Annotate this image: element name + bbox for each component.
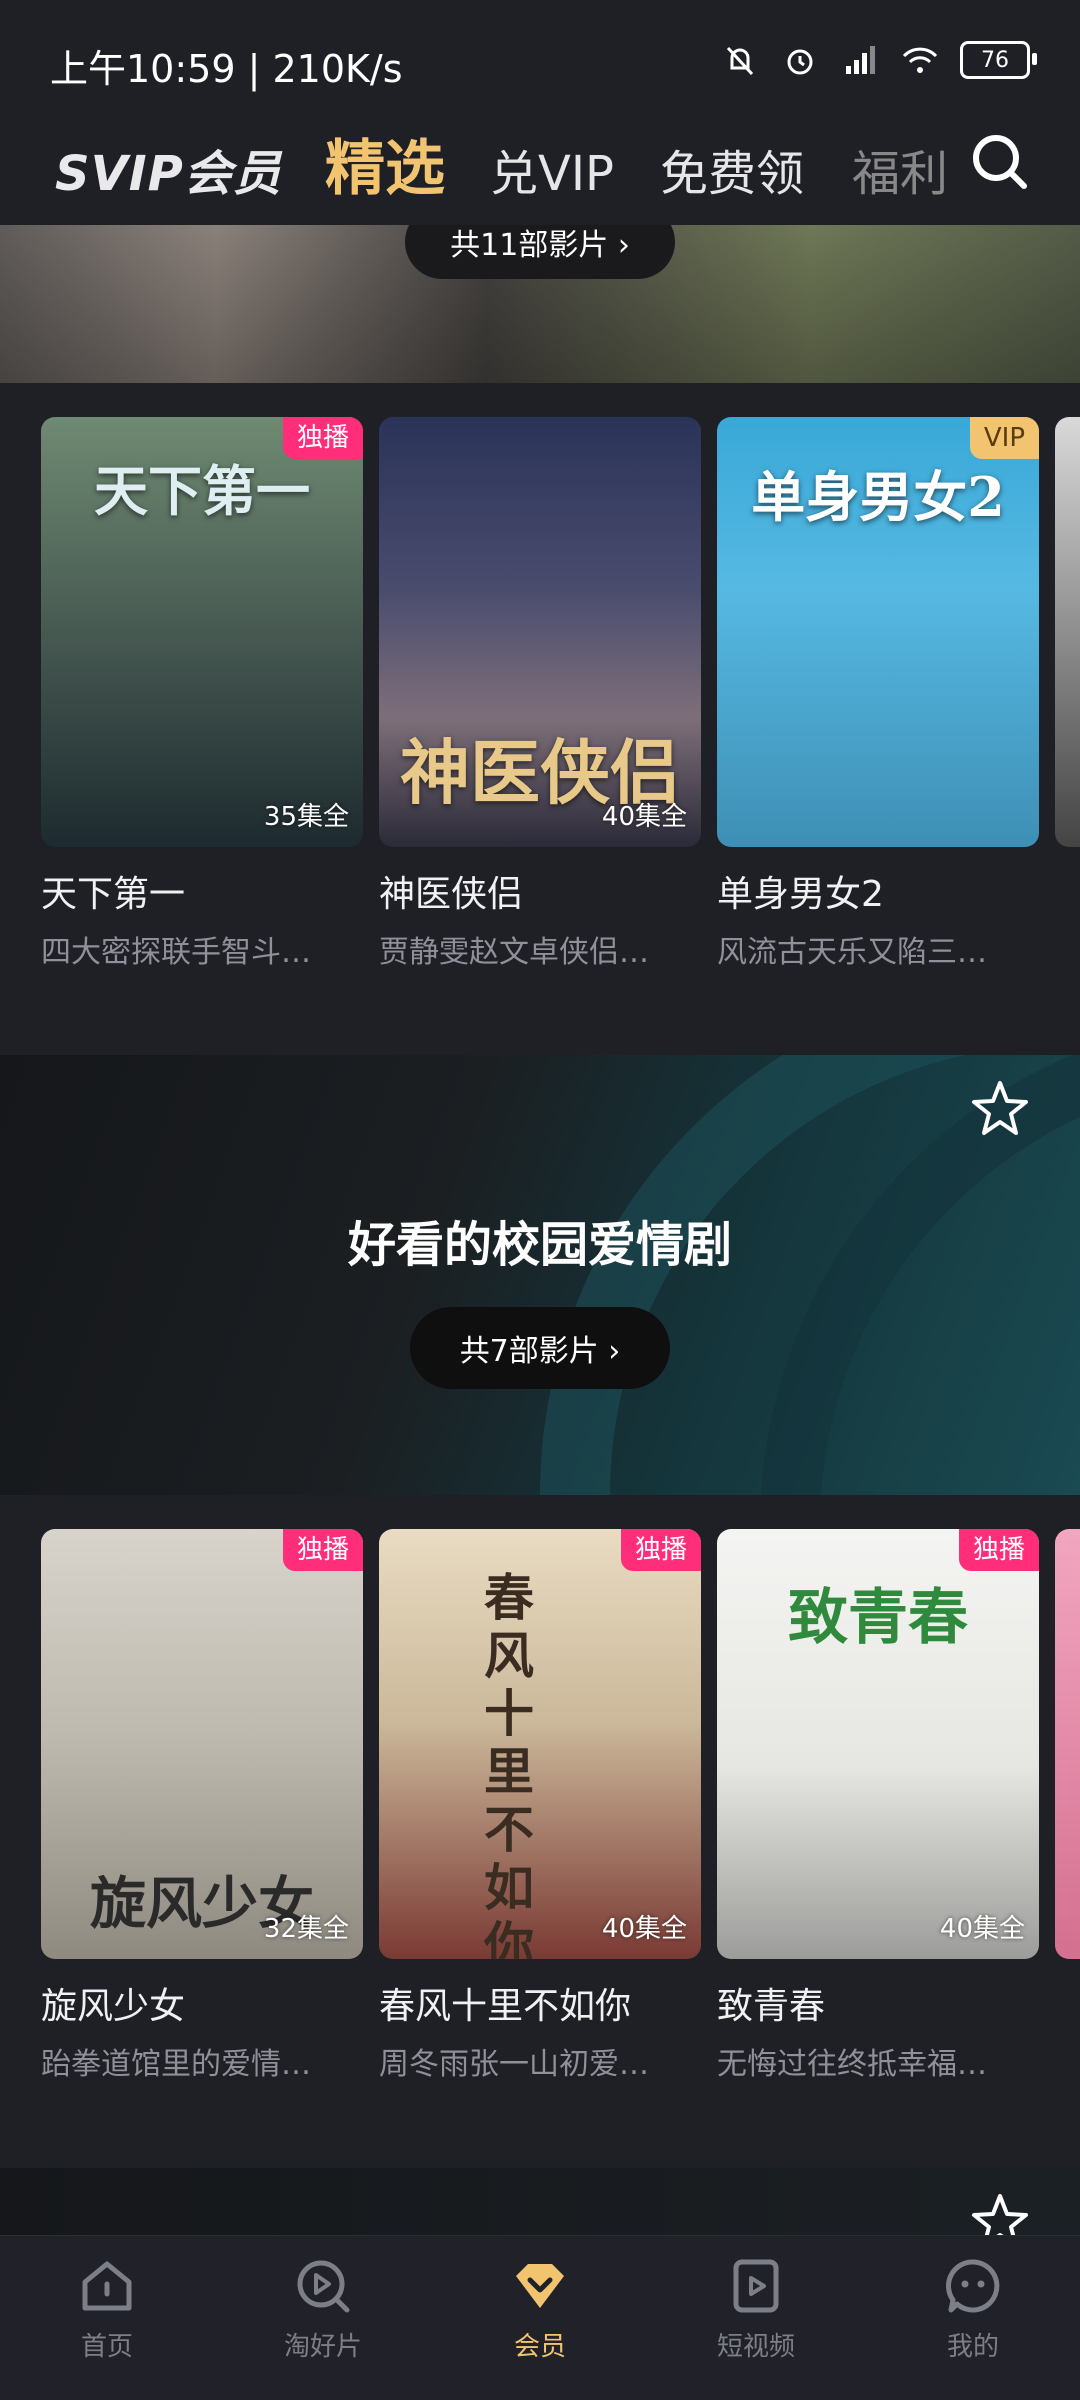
poster-image: 神医侠侣 40集全	[379, 417, 701, 847]
card-title: 天下第一	[41, 874, 186, 915]
exclusive-badge: 独播	[282, 417, 363, 459]
video-card[interactable]: 神医侠侣 40集全 神医侠侣 贾静雯赵文卓侠侣…	[379, 417, 701, 971]
nav-home-label: 首页	[80, 2332, 133, 2362]
poster-image	[1055, 1529, 1080, 1959]
poster-image: 春风十里不如你 独播 40集全	[379, 1529, 701, 1959]
exclusive-badge: 独播	[620, 1529, 701, 1571]
poster-title-text: 致青春	[788, 1583, 968, 1653]
exclusive-badge: 独播	[282, 1529, 363, 1571]
collection-row-2: 旋风少女 独播 32集全 旋风少女 跆拳道馆里的爱情… 春风十里不如你 独播 4…	[0, 1495, 1080, 2168]
video-card[interactable]: 春风十里不如你 独播 40集全 春风十里不如你 周冬雨张一山初爱…	[379, 1529, 701, 2083]
poster-image	[1055, 417, 1080, 847]
mute-bell-icon	[726, 46, 754, 76]
top-nav: SVIP会员 精选 兑VIP 免费领 福利	[0, 120, 1080, 225]
brand-logo[interactable]: SVIP会员	[55, 134, 282, 204]
episode-count: 40集全	[601, 802, 687, 832]
home-icon	[82, 2261, 132, 2311]
video-card[interactable]: 天下第一 独播 35集全 天下第一 四大密探联手智斗…	[41, 417, 363, 971]
wifi-icon	[902, 47, 938, 73]
card-title: 致青春	[717, 1986, 826, 2027]
nav-discover[interactable]: 淘好片	[248, 2254, 398, 2363]
collection-banner-3[interactable]	[0, 2168, 1080, 2248]
poster-title-text: 春风十里不如你	[484, 1568, 534, 1960]
nav-vip-label: 会员	[513, 2332, 566, 2362]
battery-indicator: 76	[960, 41, 1037, 79]
app-screen: 上午10:59 | 210K/s 76 SVIP会员 精选 兑VIP 免费领 福…	[0, 0, 1080, 2400]
poster-image: 单身男女2 VIP	[717, 417, 1039, 847]
discover-icon	[297, 2260, 350, 2313]
video-card[interactable]: 单身男女2 VIP 单身男女2 风流古天乐又陷三…	[717, 417, 1039, 971]
video-card[interactable]: 致青春 独播 40集全 致青春 无悔过往终抵幸福…	[717, 1529, 1039, 2083]
card-description: 贾静雯赵文卓侠侣…	[379, 935, 649, 970]
vip-icon	[516, 2264, 564, 2308]
nav-profile-label: 我的	[946, 2332, 999, 2362]
poster-image: 天下第一 独播 35集全	[41, 417, 363, 847]
video-card-partial[interactable]	[1055, 1529, 1080, 1959]
episode-count: 40集全	[939, 1914, 1025, 1944]
status-time: 上午10:59 | 210K/s	[50, 47, 403, 91]
card-description: 无悔过往终抵幸福…	[717, 2047, 987, 2082]
nav-profile[interactable]: 我的	[898, 2254, 1048, 2363]
video-card-partial[interactable]	[1055, 417, 1080, 847]
card-title: 春风十里不如你	[379, 1986, 632, 2027]
exclusive-badge: 独播	[958, 1529, 1039, 1571]
tab-featured[interactable]: 精选	[325, 120, 445, 207]
card-description: 风流古天乐又陷三…	[717, 935, 987, 970]
collection-count-button[interactable]: 共7部影片 ›	[410, 1307, 670, 1389]
card-description: 周冬雨张一山初爱…	[379, 2047, 649, 2082]
collection-banner-2[interactable]: 好看的校园爱情剧 共7部影片 ›	[0, 1055, 1080, 1495]
card-description: 跆拳道馆里的爱情…	[41, 2047, 311, 2082]
collection-row-1: 天下第一 独播 35集全 天下第一 四大密探联手智斗… 神医侠侣 40集全 神医…	[0, 383, 1080, 1055]
search-icon[interactable]	[968, 130, 1032, 194]
poster-title-text: 单身男女2	[751, 465, 1005, 529]
nav-vip[interactable]: 会员	[465, 2254, 615, 2363]
poster-image: 致青春 独播 40集全	[717, 1529, 1039, 1959]
nav-short-video-label: 短视频	[716, 2332, 795, 2362]
episode-count: 35集全	[263, 802, 349, 832]
episode-count: 32集全	[263, 1914, 349, 1944]
collection-title: 好看的校园爱情剧	[347, 1217, 732, 1273]
alarm-icon	[787, 49, 813, 75]
profile-icon	[945, 2259, 1000, 2313]
poster-image: 旋风少女 独播 32集全	[41, 1529, 363, 1959]
favorite-star-icon[interactable]	[968, 1077, 1032, 1141]
short-video-icon	[733, 2259, 779, 2313]
card-title: 单身男女2	[717, 874, 884, 915]
vip-badge: VIP	[969, 417, 1039, 459]
tab-free-claim[interactable]: 免费领	[660, 134, 804, 204]
nav-home[interactable]: 首页	[32, 2254, 182, 2363]
tab-redeem-vip[interactable]: 兑VIP	[490, 134, 614, 204]
nav-discover-label: 淘好片	[283, 2332, 362, 2362]
episode-count: 40集全	[601, 1914, 687, 1944]
card-description: 四大密探联手智斗…	[41, 935, 311, 970]
collection-count-button[interactable]: 共11部影片 ›	[405, 225, 675, 279]
collection-banner-1[interactable]: 共11部影片 ›	[0, 225, 1080, 383]
status-icons: 76	[720, 40, 1037, 80]
card-title: 神医侠侣	[379, 874, 524, 915]
status-bar: 上午10:59 | 210K/s 76	[0, 0, 1080, 120]
card-title: 旋风少女	[41, 1986, 186, 2027]
video-card[interactable]: 旋风少女 独播 32集全 旋风少女 跆拳道馆里的爱情…	[41, 1529, 363, 2083]
signal-icon	[846, 46, 875, 74]
nav-short-video[interactable]: 短视频	[681, 2254, 831, 2363]
bottom-nav: 首页 淘好片 会员 短视频 我的	[0, 2235, 1080, 2400]
tab-benefits[interactable]: 福利	[852, 134, 948, 204]
